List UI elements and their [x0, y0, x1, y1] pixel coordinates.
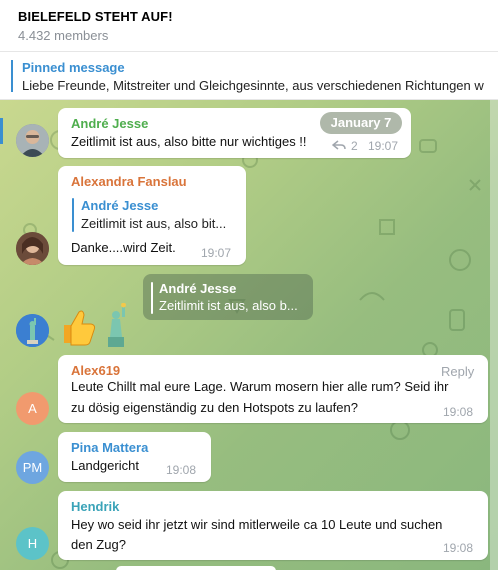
message-bubble-2[interactable]: Alexandra Fanslau André Jesse Zeitlimit … [58, 166, 246, 265]
member-count: 4.432 members [18, 28, 109, 43]
avatar-hendrik[interactable]: H [16, 527, 49, 560]
pinned-accent-bar [11, 60, 13, 92]
next-message-bubble[interactable] [116, 566, 276, 570]
thumbs-up-emoji[interactable] [56, 305, 96, 347]
pinned-text: Liebe Freunde, Mitstreiter und Gleichges… [22, 78, 484, 93]
message-text-line-2: den Zug? [71, 537, 126, 552]
message-text: Zeitlimit ist aus, also bitte nur wichti… [71, 134, 307, 149]
avatar-andre-jesse[interactable] [16, 124, 49, 157]
chat-area[interactable]: André Jesse Zeitlimit ist aus, also bitt… [0, 100, 498, 570]
message-text-line-1: Hey wo seid ihr jetzt wir sind mitlerwei… [71, 517, 443, 532]
avatar-statue-of-liberty[interactable] [16, 314, 49, 347]
avatar-alexandra-fanslau[interactable] [16, 232, 49, 265]
quoted-sender[interactable]: André Jesse [159, 281, 236, 296]
message-time: 19:07 [201, 246, 232, 260]
reply-count[interactable]: 2 [351, 139, 358, 153]
statue-of-liberty-emoji[interactable] [102, 302, 132, 349]
date-pill: January 7 [320, 112, 402, 134]
quoted-text[interactable]: Zeitlimit ist aus, also b... [159, 298, 298, 313]
sender-name[interactable]: Pina Mattera [71, 440, 148, 455]
message-time: 19:07 [368, 139, 399, 153]
message-text-line-2: zu dösig eigenständig zu den Hotspots zu… [71, 400, 358, 415]
quoted-sender[interactable]: André Jesse [81, 198, 158, 213]
person-photo-icon [16, 124, 49, 157]
chat-header[interactable]: BIELEFELD STEHT AUF! 4.432 members [0, 0, 498, 52]
chat-title: BIELEFELD STEHT AUF! [18, 9, 173, 24]
statue-of-liberty-icon [16, 314, 49, 347]
scrollbar-track[interactable] [490, 100, 498, 570]
avatar-pina-mattera[interactable]: PM [16, 451, 49, 484]
reply-arrow-icon[interactable] [331, 138, 346, 152]
person-photo-icon [16, 232, 49, 265]
pinned-message-bar[interactable]: Pinned message Liebe Freunde, Mitstreite… [0, 52, 498, 100]
message-time: 19:08 [443, 405, 474, 419]
message-bubble-6[interactable]: Hendrik Hey wo seid ihr jetzt wir sind m… [58, 491, 488, 560]
pinned-title: Pinned message [22, 60, 125, 75]
sender-name[interactable]: Alexandra Fanslau [71, 174, 187, 189]
quote-bar [72, 198, 74, 232]
sender-name[interactable]: Hendrik [71, 499, 119, 514]
message-bubble-5[interactable]: Pina Mattera Landgericht 19:08 [58, 432, 211, 482]
message-text-line-1: Leute Chillt mal eure Lage. Warum mosern… [71, 379, 449, 394]
message-bubble-4[interactable]: Alex619 Reply Leute Chillt mal eure Lage… [58, 355, 488, 423]
quoted-text[interactable]: Zeitlimit ist aus, also bit... [81, 216, 226, 231]
message-time: 19:08 [166, 463, 197, 477]
selection-accent [0, 118, 3, 144]
avatar-alex619[interactable]: A [16, 392, 49, 425]
message-text: Landgericht [71, 458, 139, 473]
message-text: Danke....wird Zeit. [71, 240, 176, 255]
quoted-reply-box[interactable]: André Jesse Zeitlimit ist aus, also b... [143, 274, 313, 320]
sender-name[interactable]: André Jesse [71, 116, 148, 131]
quote-bar [151, 282, 153, 314]
message-time: 19:08 [443, 541, 474, 555]
